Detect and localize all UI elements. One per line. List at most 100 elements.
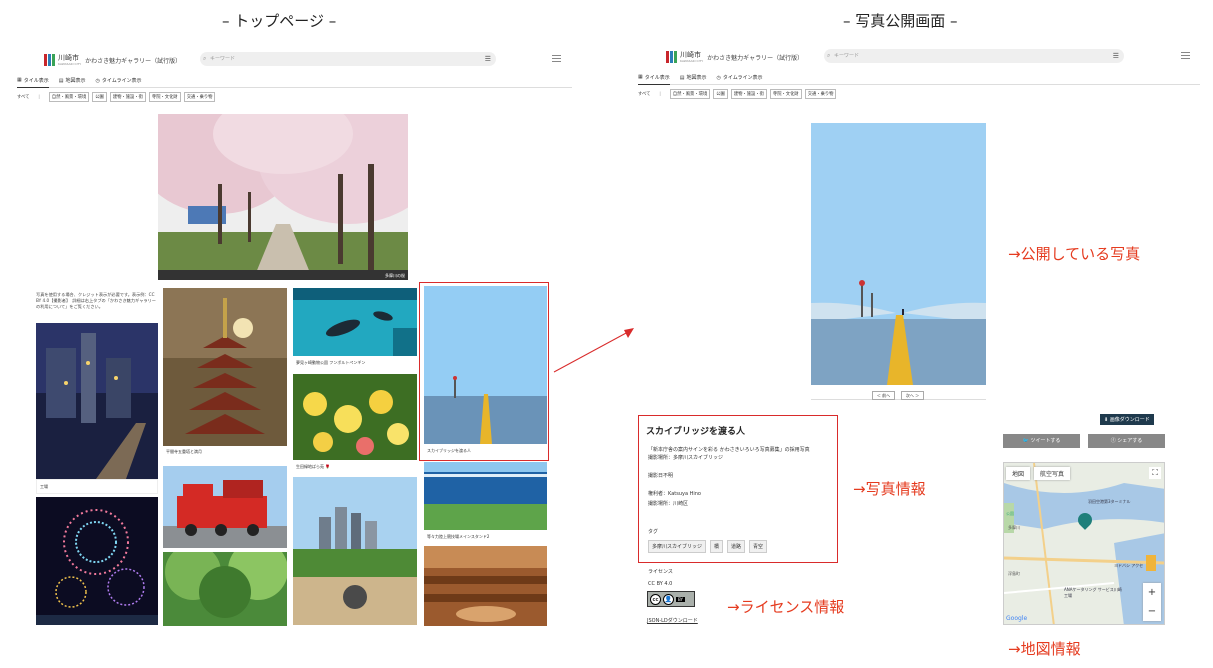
category-chip[interactable]: 建物・施設・街 [730, 89, 767, 99]
category-separator: | [38, 94, 40, 100]
tile-icon: ▦ [17, 77, 22, 83]
image-download-button[interactable]: ⬇ 画像ダウンロード [1100, 414, 1154, 425]
map-tab-satellite[interactable]: 航空写真 [1034, 467, 1071, 480]
menu-icon[interactable] [1181, 52, 1190, 61]
street-view-icon[interactable] [1146, 555, 1156, 571]
tag-chip[interactable]: 多摩川スカイブリッジ [648, 540, 707, 553]
tag-list: 多摩川スカイブリッジ 橋 道路 青空 [648, 540, 768, 553]
photo-tile-forest[interactable] [163, 552, 287, 626]
tab-map[interactable]: ▤ 地図表示 [680, 71, 707, 85]
share-button[interactable]: ⓕ シェアする [1088, 434, 1165, 448]
category-filter: すべて | 自然・風景・環境 公園 建物・施設・街 寺院・文化財 交通・乗り物 [17, 92, 572, 102]
logo-gallery-title: かわさき魅力ギャラリー（試行版） [707, 54, 804, 62]
arrow-to-photo-page [553, 328, 634, 373]
photo-tile-fireworks[interactable] [36, 497, 158, 625]
fullscreen-icon[interactable]: ⛶ [1149, 467, 1161, 479]
view-tabs: ▦ タイル表示 ▤ 地図表示 ◷ タイムライン表示 [638, 71, 1200, 85]
top-page-title: – トップページ – [222, 12, 337, 30]
forest-image [163, 552, 287, 626]
next-button[interactable]: 次へ ＞ [901, 391, 924, 400]
tag-chip[interactable]: 道路 [727, 540, 746, 553]
map-image [1004, 463, 1164, 624]
filter-icon[interactable]: ☰ [1113, 49, 1119, 63]
caption-bar: 夢見ヶ崎動物公園 フンボルトペンギン [293, 356, 417, 370]
annotation-license: →ライセンス情報 [727, 598, 845, 616]
tags-label: タグ [648, 529, 659, 535]
photo-page-screen: 川崎市 KAWASAKI CITY かわさき魅力ギャラリー（試行版） ⌕ キーワ… [638, 47, 1200, 99]
tab-map[interactable]: ▤ 地図表示 [59, 74, 86, 88]
prev-button[interactable]: ＜ 前へ [872, 391, 895, 400]
category-chip[interactable]: 寺院・文化財 [148, 92, 181, 102]
tab-tile[interactable]: ▦ タイル表示 [638, 71, 670, 85]
photo-tile-penguin[interactable] [293, 288, 417, 356]
category-chip[interactable]: 交通・乗り物 [183, 92, 216, 102]
caption-bar: 生田緑地ばら苑 🌹 [293, 460, 417, 474]
tab-tile[interactable]: ▦ タイル表示 [17, 74, 49, 88]
attribution-icon: 👤 [663, 593, 674, 605]
logo-city: 川崎市 [680, 50, 701, 59]
site-logo[interactable]: 川崎市 KAWASAKI CITY かわさき魅力ギャラリー（試行版） [44, 54, 181, 66]
city-park-image [293, 477, 417, 625]
map-label: 多摩川 [1008, 525, 1020, 530]
tag-chip[interactable]: 青空 [749, 540, 768, 553]
site-header: 川崎市 KAWASAKI CITY かわさき魅力ギャラリー（試行版） ⌕ キーワ… [638, 47, 1200, 71]
photo-area: 撮影場所：川崎区 [648, 501, 689, 507]
map-tab-map[interactable]: 地図 [1006, 467, 1031, 480]
category-chip[interactable]: 自然・風景・環境 [48, 92, 90, 102]
highlight-box-skybridge [419, 282, 549, 461]
photo-divider [811, 399, 986, 400]
photo-caption: 平間寺五重塔と満月 [166, 449, 202, 454]
site-logo[interactable]: 川崎市 KAWASAKI CITY かわさき魅力ギャラリー（試行版） [666, 51, 803, 63]
photo-tile-roses[interactable] [293, 374, 417, 460]
clock-icon: ◷ [95, 77, 100, 84]
tweet-button[interactable]: 🐦 ツイートする [1003, 434, 1080, 448]
cc-icon: cc [650, 593, 661, 605]
search-input[interactable]: ⌕ キーワード ☰ [200, 52, 496, 66]
logo-city-sub: KAWASAKI CITY [680, 58, 704, 63]
map-icon: ▤ [679, 74, 685, 81]
search-input[interactable]: ⌕ キーワード ☰ [824, 49, 1124, 63]
map-label: ANAケータリング サービス川崎工場 [1064, 587, 1122, 598]
usage-notice: 写真を使用する場合、クレジット表示が必要です。表示例：CC BY 4.0【撮影者… [36, 292, 156, 309]
map-label: 公園 [1006, 511, 1014, 516]
photo-description: 「新本庁舎の案内サインを彩る かわさきいろいろ写真募集」の採用写真 [648, 447, 810, 453]
category-all[interactable]: すべて [17, 94, 29, 100]
zoom-in-button[interactable]: + [1143, 583, 1161, 602]
photo-tile-concert-hall[interactable] [424, 546, 547, 626]
by-label: BY [676, 596, 685, 602]
tab-timeline[interactable]: ◷ タイムライン表示 [96, 74, 142, 88]
category-chip[interactable]: 自然・風景・環境 [669, 89, 711, 99]
concert-hall-image [424, 546, 547, 626]
search-icon: ⌕ [827, 52, 831, 59]
filter-icon[interactable]: ☰ [485, 52, 491, 66]
category-chip[interactable]: 寺院・文化財 [769, 89, 802, 99]
zoom-out-button[interactable]: − [1143, 602, 1161, 621]
search-icon: ⌕ [203, 55, 207, 62]
photo-tile-city-park[interactable] [293, 477, 417, 625]
photo-date: 撮影日不明 [648, 473, 674, 479]
category-all[interactable]: すべて [638, 91, 650, 97]
photo-tile-pagoda[interactable] [163, 288, 287, 446]
photo-tile-stadium[interactable] [424, 462, 547, 530]
category-chip[interactable]: 建物・施設・街 [109, 92, 146, 102]
category-chip[interactable]: 交通・乗り物 [804, 89, 837, 99]
jsonld-download-link[interactable]: JSON-LDダウンロード [647, 617, 698, 624]
tab-timeline[interactable]: ◷ タイムライン表示 [717, 71, 763, 85]
category-chip[interactable]: 公園 [713, 89, 728, 99]
menu-icon[interactable] [552, 55, 561, 64]
caption-bar: 工場 [36, 479, 158, 494]
photo-tile-factory[interactable] [36, 323, 158, 479]
license-value: CC BY 4.0 [648, 581, 673, 587]
license-label: ライセンス [648, 569, 673, 575]
logo-mark-icon [666, 51, 677, 63]
category-chip[interactable]: 公園 [92, 92, 107, 102]
hero-caption: 多摩川の桜 [385, 273, 405, 278]
tag-chip[interactable]: 橋 [710, 540, 724, 553]
clock-icon: ◷ [716, 74, 721, 81]
hero-photo[interactable]: 多摩川の桜 [158, 114, 408, 280]
photo-tile-firetruck[interactable] [163, 466, 287, 548]
map-label: 浮島町 [1008, 571, 1020, 576]
location-map[interactable]: 地図 航空写真 ⛶ + − 多摩川 公園 羽田空港第3ターミナル ANAケータリ… [1003, 462, 1165, 625]
firetruck-image [163, 466, 287, 548]
cc-by-badge[interactable]: cc 👤 BY [647, 591, 695, 607]
